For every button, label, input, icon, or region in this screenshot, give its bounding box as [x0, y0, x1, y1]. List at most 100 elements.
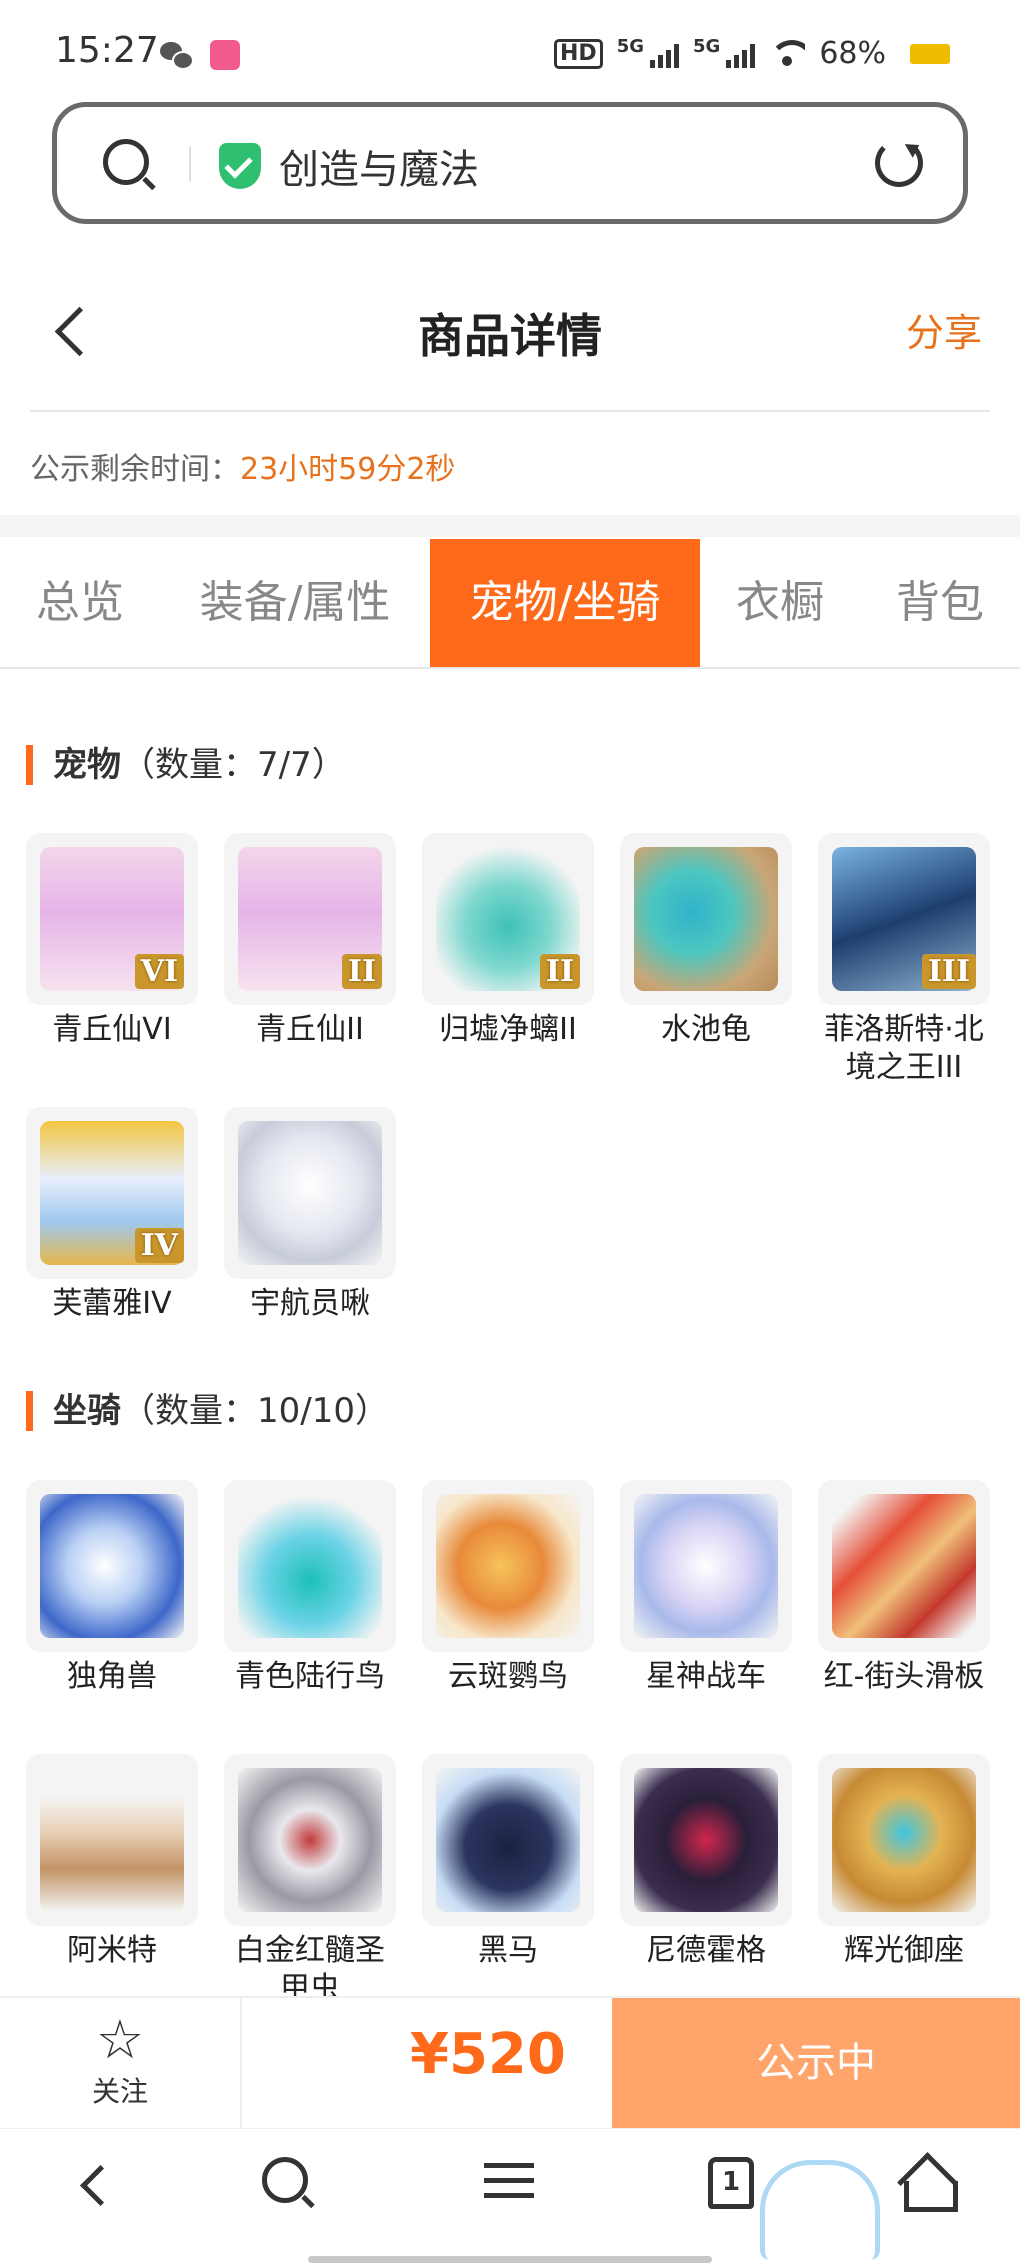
pets-count: （数量：7/7） [121, 745, 346, 785]
mount-item[interactable]: 青色陆行鸟 [224, 1480, 396, 1696]
countdown: 公示剩余时间：23小时59分2秒 [30, 444, 455, 488]
pet-item[interactable]: III 菲洛斯特·北境之王III [818, 833, 990, 1087]
pet-image [634, 847, 778, 991]
mounts-title: 坐骑 [53, 1391, 121, 1431]
pets-section-title: 宠物（数量：7/7） [26, 745, 346, 785]
countdown-label: 公示剩余时间： [30, 452, 240, 487]
notification-icons [160, 40, 240, 70]
mount-thumbnail [422, 1480, 594, 1652]
pet-item[interactable]: VI 青丘仙VI [26, 833, 198, 1049]
floating-assistant-icon[interactable] [760, 2160, 880, 2260]
address-bar[interactable]: 创造与魔法 [52, 102, 968, 224]
hd-icon: HD [554, 38, 603, 69]
tab-backpack[interactable]: 背包 [860, 539, 1020, 667]
nav-search-icon[interactable] [262, 2157, 308, 2203]
signal-icon [650, 40, 679, 68]
pet-thumbnail: VI [26, 833, 198, 1005]
pet-thumbnail [224, 1107, 396, 1279]
shield-check-icon [219, 143, 261, 189]
home-icon[interactable] [900, 2157, 958, 2212]
reload-icon[interactable] [875, 139, 923, 187]
mount-item[interactable]: 独角兽 [26, 1480, 198, 1696]
rank-badge: III [921, 954, 976, 989]
pet-name: 青丘仙II [256, 1012, 364, 1047]
address-divider [189, 147, 191, 181]
search-icon[interactable] [103, 139, 149, 185]
pet-item[interactable]: 水池龟 [620, 833, 792, 1049]
app-notification-icon [210, 40, 240, 70]
countdown-value: 23小时59分2秒 [240, 452, 456, 487]
tabs-icon[interactable]: 1 [708, 2157, 754, 2209]
rank-badge: IV [134, 1228, 184, 1263]
follow-button[interactable]: ☆ 关注 [0, 1998, 242, 2128]
mount-name: 尼德霍格 [646, 1933, 766, 1968]
pets-title: 宠物 [53, 745, 121, 785]
mounts-section-title: 坐骑（数量：10/10） [26, 1391, 389, 1431]
price: ¥520 [410, 2022, 566, 2087]
pet-thumbnail [620, 833, 792, 1005]
pet-image [238, 1121, 382, 1265]
mount-name: 辉光御座 [844, 1933, 964, 1968]
share-button[interactable]: 分享 [906, 302, 982, 357]
pet-name: 宇航员啾 [250, 1286, 370, 1321]
mount-thumbnail [422, 1754, 594, 1926]
menu-icon[interactable] [484, 2157, 544, 2217]
mount-thumbnail [26, 1480, 198, 1652]
mount-item[interactable]: 星神战车 [620, 1480, 792, 1696]
mount-image [436, 1768, 580, 1912]
action-bar: ☆ 关注 ¥520 公示中 [0, 1996, 1020, 2128]
mount-thumbnail [224, 1754, 396, 1926]
nav-back-icon[interactable] [68, 2157, 128, 2217]
mount-thumbnail [224, 1480, 396, 1652]
mount-image [634, 1768, 778, 1912]
wifi-icon [769, 39, 806, 68]
mount-thumbnail [620, 1754, 792, 1926]
network-label-2: 5G [693, 36, 721, 57]
mount-item[interactable]: 云斑鹦鸟 [422, 1480, 594, 1696]
mount-image [238, 1494, 382, 1638]
pet-item[interactable]: 宇航员啾 [224, 1107, 396, 1323]
mount-item[interactable]: 黑马 [422, 1754, 594, 1970]
tab-equipment[interactable]: 装备/属性 [160, 539, 430, 667]
tab-pets-mounts[interactable]: 宠物/坐骑 [430, 539, 700, 667]
mount-thumbnail [620, 1480, 792, 1652]
pet-name: 归墟净螭II [439, 1012, 577, 1047]
pet-item[interactable]: II 归墟净螭II [422, 833, 594, 1049]
pet-name: 菲洛斯特·北境之王III [824, 1012, 984, 1085]
mount-image [832, 1768, 976, 1912]
address-text[interactable]: 创造与魔法 [279, 137, 479, 195]
tab-wardrobe[interactable]: 衣橱 [700, 539, 860, 667]
mount-image [436, 1494, 580, 1638]
rank-badge: VI [134, 954, 184, 989]
mount-image [238, 1768, 382, 1912]
pet-item[interactable]: IV 芙蕾雅IV [26, 1107, 198, 1323]
pet-name: 水池龟 [661, 1012, 751, 1047]
mount-image [634, 1494, 778, 1638]
wechat-icon [160, 40, 194, 70]
mount-item[interactable]: 阿米特 [26, 1754, 198, 1970]
pet-thumbnail: II [224, 833, 396, 1005]
mount-image [832, 1494, 976, 1638]
pet-thumbnail: II [422, 833, 594, 1005]
mount-thumbnail [26, 1754, 198, 1926]
mount-item[interactable]: 尼德霍格 [620, 1754, 792, 1970]
mount-item[interactable]: 白金红髓圣甲虫 [224, 1754, 396, 2008]
mount-image [40, 1494, 184, 1638]
gesture-bar[interactable] [308, 2256, 712, 2263]
mount-item[interactable]: 红-街头滑板 [818, 1480, 990, 1696]
star-icon: ☆ [95, 2008, 145, 2071]
mount-name: 阿米特 [67, 1933, 157, 1968]
mount-thumbnail [818, 1480, 990, 1652]
tab-overview[interactable]: 总览 [0, 539, 160, 667]
public-status-button[interactable]: 公示中 [612, 1998, 1020, 2128]
pet-thumbnail: IV [26, 1107, 198, 1279]
pet-name: 青丘仙VI [52, 1012, 172, 1047]
mount-name: 云斑鹦鸟 [448, 1659, 568, 1694]
section-gap [0, 515, 1020, 537]
mount-item[interactable]: 辉光御座 [818, 1754, 990, 1970]
pet-item[interactable]: II 青丘仙II [224, 833, 396, 1049]
status-time: 15:27 [55, 30, 159, 71]
mount-name: 星神战车 [646, 1659, 766, 1694]
page-title: 商品详情 [418, 309, 602, 363]
header-divider [30, 410, 990, 412]
